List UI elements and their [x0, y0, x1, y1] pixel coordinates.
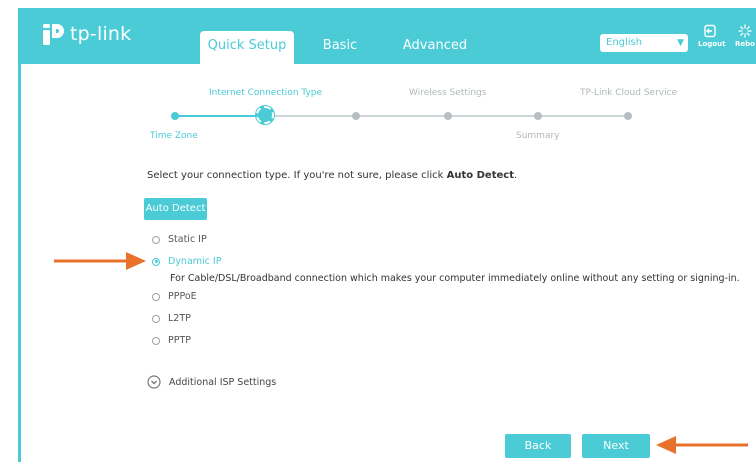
step-dot-internet	[256, 106, 274, 124]
option-dynamic-ip[interactable]: Dynamic IP	[152, 256, 221, 267]
step-label-summary: Summary	[516, 131, 560, 141]
additional-isp-settings-toggle[interactable]: Additional ISP Settings	[147, 375, 276, 389]
option-label-l2tp: L2TP	[168, 313, 191, 324]
radio-static-ip[interactable]	[152, 235, 160, 244]
setup-progress-stepper: Internet Connection Type Wireless Settin…	[0, 0, 756, 150]
step-dot-time-zone	[171, 112, 179, 120]
annotation-arrow-icon	[54, 252, 146, 270]
auto-detect-button[interactable]: Auto Detect	[144, 198, 207, 220]
annotation-arrow-icon	[656, 436, 748, 454]
step-label-internet: Internet Connection Type	[209, 88, 323, 98]
option-label-dynamic-ip: Dynamic IP	[168, 256, 222, 267]
radio-dynamic-ip[interactable]	[152, 257, 160, 266]
instruction-suffix: .	[513, 170, 518, 181]
step-label-time-zone: Time Zone	[150, 131, 198, 141]
instruction-bold: Auto Detect	[446, 170, 514, 181]
chevron-down-circle-icon	[147, 375, 161, 389]
option-pppoe[interactable]: PPPoE	[152, 291, 197, 302]
radio-pptp[interactable]	[152, 336, 160, 345]
option-pptp[interactable]: PPTP	[152, 335, 191, 346]
instruction-prefix: Select your connection type. If you're n…	[147, 170, 447, 181]
step-dot-cloud	[624, 112, 632, 120]
step-label-wireless: Wireless Settings	[409, 88, 487, 98]
step-dot-3	[352, 112, 360, 120]
back-button[interactable]: Back	[505, 434, 571, 458]
radio-pppoe[interactable]	[152, 292, 160, 301]
radio-l2tp[interactable]	[152, 314, 160, 323]
dynamic-ip-description: For Cable/DSL/Broadband connection which…	[170, 273, 740, 284]
progress-track-done	[175, 115, 265, 117]
step-label-cloud: TP-Link Cloud Service	[580, 88, 678, 98]
option-label-static-ip: Static IP	[168, 234, 207, 245]
instruction-text: Select your connection type. If you're n…	[147, 170, 517, 181]
step-dot-summary	[534, 112, 542, 120]
step-dot-wireless	[444, 112, 452, 120]
option-label-pppoe: PPPoE	[168, 291, 197, 302]
option-static-ip[interactable]: Static IP	[152, 234, 207, 245]
additional-isp-settings-label: Additional ISP Settings	[169, 376, 277, 388]
option-l2tp[interactable]: L2TP	[152, 313, 191, 324]
next-button[interactable]: Next	[582, 434, 650, 458]
option-label-pptp: PPTP	[168, 335, 191, 346]
